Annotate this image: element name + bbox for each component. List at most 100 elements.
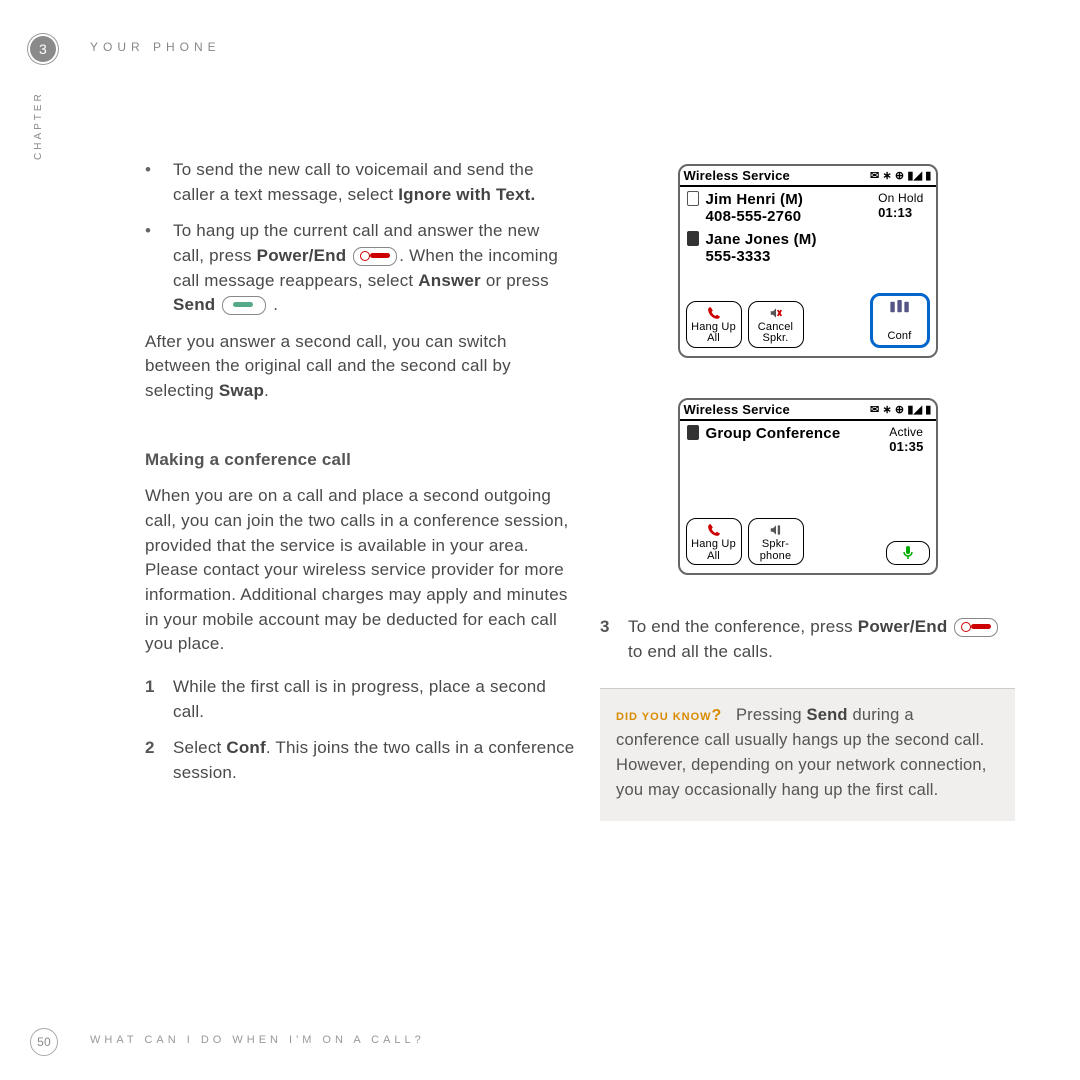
bullet-item: To send the new call to voicemail and se… [145,158,575,207]
text: After you answer a second call, you can … [145,332,511,400]
bold-text: Ignore with Text. [398,185,535,204]
status-title: Wireless Service [684,402,790,417]
tip-question-mark: ? [712,707,723,724]
tip-label: DID YOU KNOW? [616,711,726,723]
left-column: To send the new call to voicemail and se… [145,158,575,797]
mute-button[interactable] [886,541,930,565]
call-row: Jane Jones (M) 555-3333 [686,231,930,265]
bullet-item: To hang up the current call and answer t… [145,219,575,318]
caller-name: Jane Jones (M) [706,231,817,248]
speaker-icon [768,522,784,538]
step-number: 1 [145,675,173,724]
speakerphone-button[interactable]: Spkr-phone [748,518,804,565]
bullet-icon [145,158,173,207]
battery-icon: ▮ [925,169,931,182]
power-end-key-icon [954,618,998,637]
step-number: 3 [600,615,628,664]
phone-screenshot-calls: Wireless Service ✉ ∗ ⊕ ▮◢ ▮ Jim Henri (M… [678,164,938,358]
text: . [268,295,278,314]
send-key-icon [222,296,266,315]
bluetooth-icon: ∗ [882,403,891,416]
text: Pressing [736,706,807,724]
text: To end the conference, press [628,617,858,636]
chapter-vertical-label: CHAPTER [33,91,44,160]
bullet-text: To send the new call to voicemail and se… [173,158,575,207]
phone-button-row: Hang Up All Cancel Spkr. Conf [686,293,930,348]
call-status: Active [889,425,923,439]
step-text: While the first call is in progress, pla… [173,675,575,724]
mail-icon: ✉ [870,403,879,416]
contact-icon [687,425,699,440]
bold-text: Power/End [257,246,347,265]
button-label: Hang Up All [689,322,739,345]
text: Select [173,738,226,757]
signal-icon: ▮◢ [907,403,922,416]
mail-icon: ✉ [870,169,879,182]
contact-icon [687,231,699,246]
call-timer: 01:13 [878,205,923,220]
call-row: Group Conference Active 01:35 [686,425,930,454]
button-label: Cancel Spkr. [751,322,801,345]
status-title: Wireless Service [684,168,790,183]
battery-icon: ▮ [925,403,931,416]
paragraph: When you are on a call and place a secon… [145,484,575,656]
mic-icon [902,545,914,562]
conf-button[interactable]: Conf [870,293,930,348]
bluetooth-icon: ∗ [882,169,891,182]
header-title: YOUR PHONE [90,40,221,54]
phone-body: Group Conference Active 01:35 Hang Up Al… [680,421,936,573]
status-icons: ✉ ∗ ⊕ ▮◢ ▮ [870,169,931,182]
page-number-badge: 50 [30,1028,58,1056]
speaker-off-icon [768,305,784,321]
phone-body: Jim Henri (M) 408-555-2760 On Hold 01:13… [680,187,936,356]
text: to end all the calls. [628,642,773,661]
button-label: Spkr-phone [751,539,801,562]
text: or press [486,271,549,290]
phone-screenshot-conference: Wireless Service ✉ ∗ ⊕ ▮◢ ▮ Group Confer… [678,398,938,575]
bold-text: Swap [219,381,264,400]
sync-icon: ⊕ [895,169,904,182]
button-label: Hang Up All [689,539,739,562]
text: . [264,381,269,400]
phone-icon [706,305,722,321]
paragraph: After you answer a second call, you can … [145,330,575,404]
phone-button-row: Hang Up All Spkr-phone [686,518,930,565]
status-bar: Wireless Service ✉ ∗ ⊕ ▮◢ ▮ [680,400,936,421]
sync-icon: ⊕ [895,403,904,416]
step-number: 2 [145,736,173,785]
bold-text: Power/End [858,617,948,636]
contact-icon [687,191,699,206]
group-conference-label: Group Conference [706,425,841,442]
button-label: Conf [887,331,911,343]
call-status: On Hold [878,191,923,205]
step-item: 2 Select Conf. This joins the two calls … [145,736,575,785]
caller-number: 555-3333 [706,248,817,265]
step-text: To end the conference, press Power/End t… [628,615,1015,664]
call-timer: 01:35 [889,439,923,454]
tip-label-text: DID YOU KNOW [616,711,712,723]
bold-text: Send [807,706,848,724]
hang-up-all-button[interactable]: Hang Up All [686,301,742,348]
cancel-speaker-button[interactable]: Cancel Spkr. [748,301,804,348]
bold-text: Send [173,295,215,314]
phone-icon [706,522,722,538]
step-text: Select Conf. This joins the two calls in… [173,736,575,785]
status-bar: Wireless Service ✉ ∗ ⊕ ▮◢ ▮ [680,166,936,187]
footer-title: WHAT CAN I DO WHEN I'M ON A CALL? [90,1034,425,1046]
power-end-key-icon [353,247,397,266]
step-item: 1 While the first call is in progress, p… [145,675,575,724]
right-column: Wireless Service ✉ ∗ ⊕ ▮◢ ▮ Jim Henri (M… [600,164,1015,821]
step-item: 3 To end the conference, press Power/End… [600,615,1015,664]
caller-name: Jim Henri (M) [706,191,804,208]
call-row: Jim Henri (M) 408-555-2760 On Hold 01:13 [686,191,930,225]
did-you-know-tip: DID YOU KNOW? Pressing Send during a con… [600,688,1015,820]
caller-number: 408-555-2760 [706,208,804,225]
bullet-text: To hang up the current call and answer t… [173,219,575,318]
bold-text: Answer [418,271,481,290]
chapter-number-badge: 3 [30,36,56,62]
bold-text: Conf [226,738,266,757]
bullet-icon [145,219,173,318]
conference-icon [889,299,911,315]
signal-icon: ▮◢ [907,169,922,182]
hang-up-all-button[interactable]: Hang Up All [686,518,742,565]
